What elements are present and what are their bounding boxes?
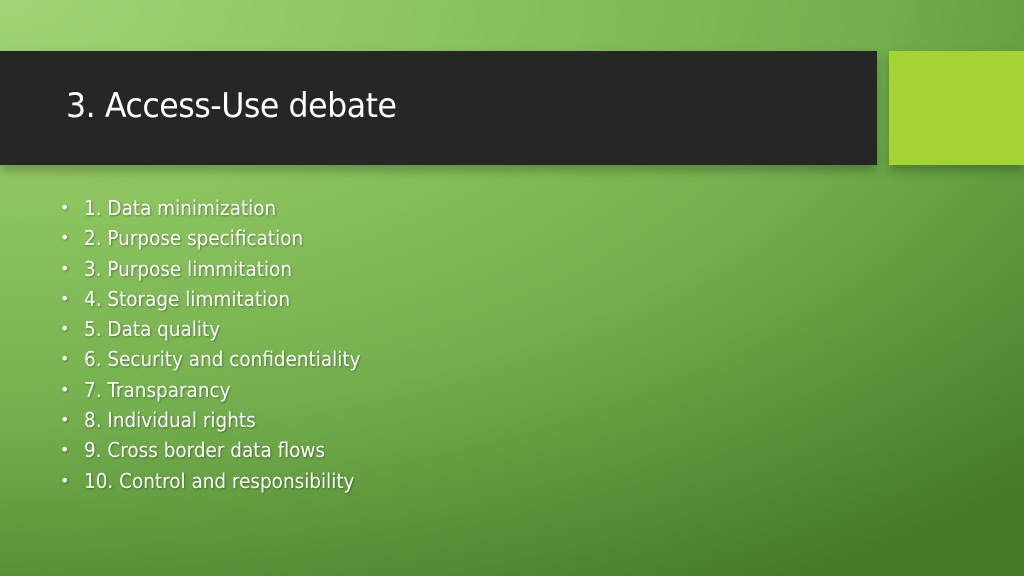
slide: 3. Access-Use debate • 1. Data minimizati… [0,0,1024,576]
list-item: • 8. Individual rights [60,405,385,435]
list-item-label: 2. Purpose specification [84,226,304,251]
list-item-label: 3. Purpose limmitation [84,256,293,281]
list-item: • 4. Storage limmitation [60,284,385,314]
bullet-icon: • [60,198,70,217]
list-item-label: 6. Security and confidentiality [84,347,361,372]
list-item-label: 7. Transparancy [84,377,231,402]
bullet-icon: • [60,349,70,369]
list-item-label: 8. Individual rights [84,408,256,433]
list-item-label: 9. Cross border data flows [84,438,326,463]
slide-title: 3. Access-Use debate [66,86,397,126]
bullet-icon: • [60,470,70,490]
bullet-icon: • [60,258,70,278]
list-item: • 6. Security and confidentiality [60,344,385,374]
list-item: • 2. Purpose specification [60,223,385,253]
list-item: • 9. Cross border data flows [60,435,385,465]
list-item-label: 4. Storage limmitation [84,286,291,311]
list-item: • 3. Purpose limmitation [60,254,385,284]
list-item-label: 10. Control and responsibility [84,468,355,493]
bullet-icon: • [60,319,70,339]
list-item: • 7. Transparancy [60,375,385,405]
list-item: • 5. Data quality [60,314,385,344]
bullet-icon: • [60,288,70,308]
bullet-icon: • [60,440,70,460]
list-item-label: 5. Data quality [84,317,221,342]
accent-box [889,51,1024,165]
list-item-label: 1. Data minimization [84,196,277,220]
bullet-icon: • [60,410,70,430]
list-item: • 10. Control and responsibility [60,466,385,496]
bullet-icon: • [60,228,70,248]
bullet-list: • 1. Data minimization • 2. Purpose specif… [60,193,385,496]
list-item: • 1. Data minimization [60,193,385,223]
bullet-icon: • [60,379,70,399]
